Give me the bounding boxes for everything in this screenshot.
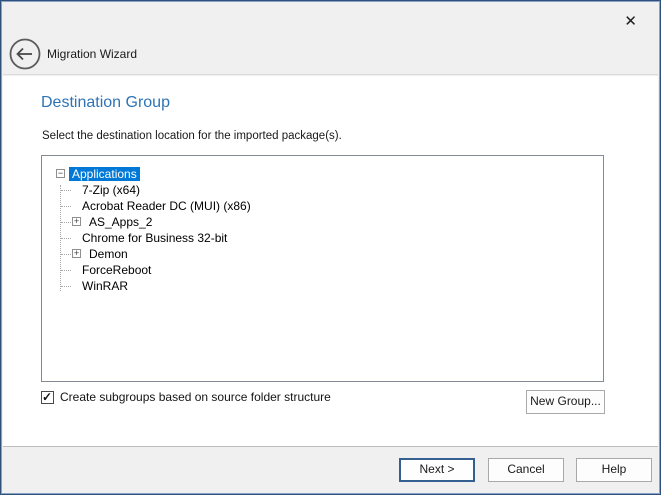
tree-item[interactable]: Acrobat Reader DC (MUI) (x86) bbox=[42, 198, 603, 214]
create-subgroups-option[interactable]: ✓ Create subgroups based on source folde… bbox=[41, 390, 331, 404]
tree-item-label: ForceReboot bbox=[79, 263, 154, 277]
tree-item[interactable]: WinRAR bbox=[42, 278, 603, 294]
tree-item-label: Applications bbox=[69, 167, 140, 181]
page-subtitle: Select the destination location for the … bbox=[42, 130, 342, 142]
next-button[interactable]: Next > bbox=[399, 458, 475, 482]
destination-group-tree[interactable]: −Applications7-Zip (x64)Acrobat Reader D… bbox=[41, 155, 604, 382]
tree-item-label: WinRAR bbox=[79, 279, 131, 293]
wizard-header: ✕ Migration Wizard bbox=[3, 3, 658, 75]
close-icon[interactable]: ✕ bbox=[620, 11, 641, 33]
tree-item-label: Demon bbox=[86, 247, 131, 261]
tree-item[interactable]: −Applications bbox=[42, 166, 603, 182]
expand-toggle-icon[interactable]: + bbox=[72, 249, 81, 258]
tree-item-label: 7-Zip (x64) bbox=[79, 183, 143, 197]
collapse-toggle-icon[interactable]: − bbox=[56, 169, 65, 178]
cancel-button[interactable]: Cancel bbox=[488, 458, 564, 482]
tree-item[interactable]: ForceReboot bbox=[42, 262, 603, 278]
create-subgroups-label: Create subgroups based on source folder … bbox=[60, 390, 331, 404]
checkmark-icon: ✓ bbox=[42, 390, 52, 404]
migration-wizard-window: ✕ Migration Wizard Destination Group Sel… bbox=[0, 0, 661, 495]
tree-item[interactable]: 7-Zip (x64) bbox=[42, 182, 603, 198]
back-button[interactable] bbox=[8, 37, 42, 71]
create-subgroups-checkbox[interactable]: ✓ bbox=[41, 391, 54, 404]
tree-item-label: Chrome for Business 32-bit bbox=[79, 231, 230, 245]
wizard-footer: Next > Cancel Help bbox=[3, 446, 658, 492]
expand-toggle-icon[interactable]: + bbox=[72, 217, 81, 226]
tree-item[interactable]: + Demon bbox=[42, 246, 603, 262]
tree-item[interactable]: + AS_Apps_2 bbox=[42, 214, 603, 230]
page-title: Destination Group bbox=[41, 94, 170, 112]
back-arrow-icon bbox=[8, 37, 42, 71]
tree-item-label: AS_Apps_2 bbox=[86, 215, 155, 229]
new-group-button[interactable]: New Group... bbox=[526, 390, 605, 414]
wizard-page: Destination Group Select the destination… bbox=[3, 76, 658, 448]
tree-item[interactable]: Chrome for Business 32-bit bbox=[42, 230, 603, 246]
help-button[interactable]: Help bbox=[576, 458, 652, 482]
tree-item-label: Acrobat Reader DC (MUI) (x86) bbox=[79, 199, 254, 213]
wizard-title: Migration Wizard bbox=[47, 47, 137, 61]
